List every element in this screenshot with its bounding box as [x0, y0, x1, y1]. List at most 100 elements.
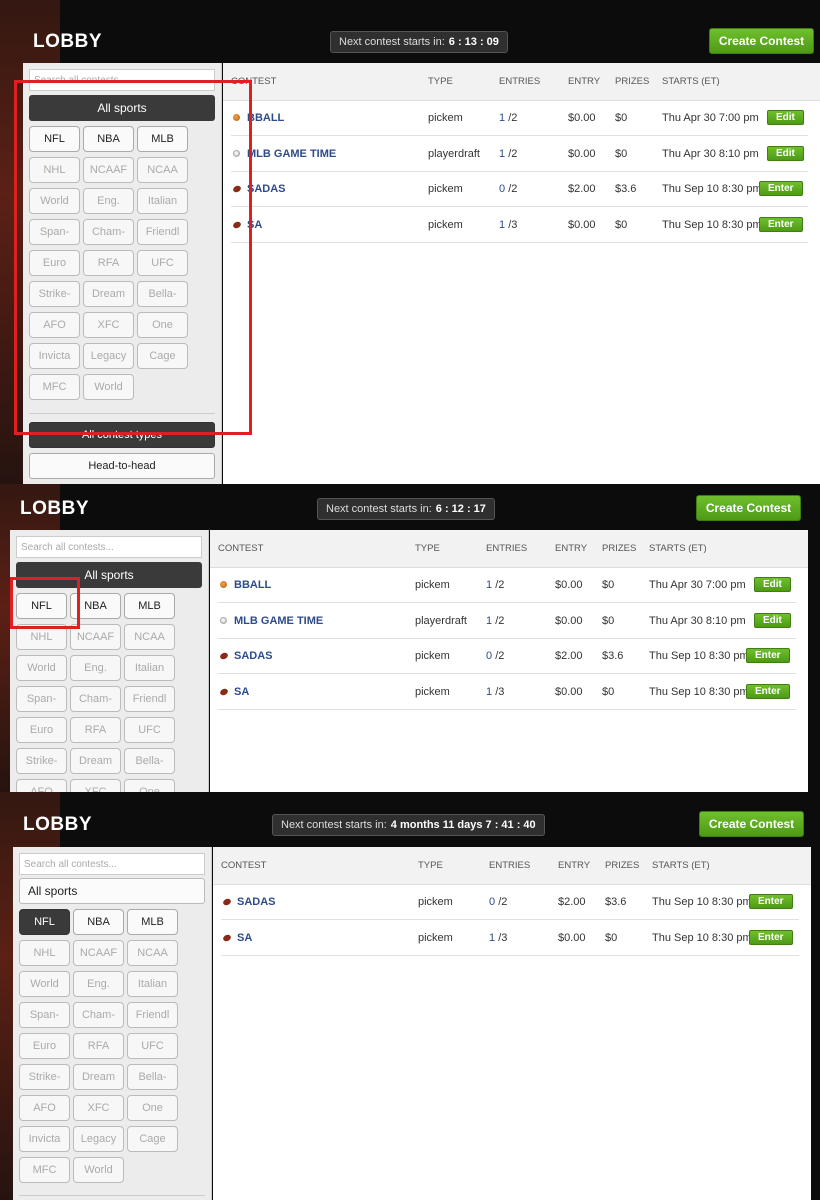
sport-button-nba[interactable]: NBA	[83, 126, 134, 152]
sport-button-euro[interactable]: Euro	[19, 1033, 70, 1059]
sport-button-legacy[interactable]: Legacy	[73, 1126, 124, 1152]
sport-button-rfa[interactable]: RFA	[83, 250, 134, 276]
sport-button-mlb[interactable]: MLB	[137, 126, 188, 152]
sport-button-xfc[interactable]: XFC	[83, 312, 134, 338]
edit-button[interactable]: Edit	[754, 577, 791, 592]
edit-button[interactable]: Edit	[767, 145, 804, 161]
contest-name-link[interactable]: SA	[234, 686, 249, 698]
search-input[interactable]: Search all contests...	[19, 853, 205, 875]
sport-button-cham[interactable]: Cham-	[70, 686, 121, 712]
search-input[interactable]: Search all contests...	[29, 69, 215, 91]
sport-button-strike[interactable]: Strike-	[29, 281, 80, 307]
sport-button-mlb[interactable]: MLB	[124, 593, 175, 619]
create-contest-button[interactable]: Create Contest	[709, 28, 814, 54]
sport-button-mfc[interactable]: MFC	[19, 1157, 70, 1183]
sport-button-bella[interactable]: Bella-	[137, 281, 188, 307]
all-sports-button[interactable]: All sports	[29, 95, 215, 121]
sport-button-italian[interactable]: Italian	[124, 655, 175, 681]
sport-button-ufc[interactable]: UFC	[124, 717, 175, 743]
sport-button-span[interactable]: Span-	[19, 1002, 70, 1028]
enter-button[interactable]: Enter	[746, 648, 790, 663]
sport-button-euro[interactable]: Euro	[16, 717, 67, 743]
edit-button[interactable]: Edit	[754, 612, 791, 628]
sport-button-euro[interactable]: Euro	[29, 250, 80, 276]
sport-button-ncaa[interactable]: NCAA	[137, 157, 188, 183]
edit-button[interactable]: Edit	[767, 110, 804, 125]
enter-button[interactable]: Enter	[759, 181, 803, 196]
all-sports-button[interactable]: All sports	[16, 562, 202, 588]
sport-button-world[interactable]: World	[16, 655, 67, 681]
sport-button-nfl[interactable]: NFL	[19, 909, 70, 935]
sport-button-friendl[interactable]: Friendl	[124, 686, 175, 712]
sport-button-cham[interactable]: Cham-	[83, 219, 134, 245]
enter-button[interactable]: Enter	[759, 216, 803, 232]
contest-name-link[interactable]: MLB GAME TIME	[247, 148, 336, 160]
sport-button-nhl[interactable]: NHL	[19, 940, 70, 966]
sport-button-one[interactable]: One	[137, 312, 188, 338]
sport-button-bella[interactable]: Bella-	[124, 748, 175, 774]
contest-name-link[interactable]: BBALL	[234, 579, 271, 591]
sport-button-afo[interactable]: AFO	[29, 312, 80, 338]
sport-button-ncaaf[interactable]: NCAAF	[70, 624, 121, 650]
sport-button-world[interactable]: World	[19, 971, 70, 997]
sport-button-cage[interactable]: Cage	[137, 343, 188, 369]
head-to-head-button[interactable]: Head-to-head	[29, 453, 215, 479]
sport-button-mlb[interactable]: MLB	[127, 909, 178, 935]
sport-button-mfc[interactable]: MFC	[29, 374, 80, 400]
sport-button-ncaa[interactable]: NCAA	[124, 624, 175, 650]
sport-button-italian[interactable]: Italian	[137, 188, 188, 214]
sport-button-rfa[interactable]: RFA	[73, 1033, 124, 1059]
sport-button-cham[interactable]: Cham-	[73, 1002, 124, 1028]
sport-button-invicta[interactable]: Invicta	[19, 1126, 70, 1152]
sport-button-ufc[interactable]: UFC	[127, 1033, 178, 1059]
enter-button[interactable]: Enter	[746, 683, 790, 699]
sport-button-world[interactable]: World	[73, 1157, 124, 1183]
contest-name-link[interactable]: SA	[237, 932, 252, 944]
sport-button-nba[interactable]: NBA	[70, 593, 121, 619]
sport-button-strike[interactable]: Strike-	[16, 748, 67, 774]
sport-button-cage[interactable]: Cage	[127, 1126, 178, 1152]
sport-button-italian[interactable]: Italian	[127, 971, 178, 997]
sport-button-dream[interactable]: Dream	[83, 281, 134, 307]
sport-button-eng[interactable]: Eng.	[83, 188, 134, 214]
sport-button-bella[interactable]: Bella-	[127, 1064, 178, 1090]
sport-button-nhl[interactable]: NHL	[16, 624, 67, 650]
contest-name-link[interactable]: SADAS	[247, 183, 286, 195]
all-sports-button[interactable]: All sports	[19, 878, 205, 904]
sport-button-friendl[interactable]: Friendl	[137, 219, 188, 245]
sport-button-eng[interactable]: Eng.	[73, 971, 124, 997]
create-contest-button[interactable]: Create Contest	[699, 811, 804, 837]
sport-button-world[interactable]: World	[29, 188, 80, 214]
contest-name-link[interactable]: SADAS	[237, 896, 276, 908]
sport-button-nfl[interactable]: NFL	[16, 593, 67, 619]
contest-name-link[interactable]: BBALL	[247, 112, 284, 124]
sport-button-afo[interactable]: AFO	[19, 1095, 70, 1121]
contest-name-link[interactable]: MLB GAME TIME	[234, 615, 323, 627]
sport-button-strike[interactable]: Strike-	[19, 1064, 70, 1090]
sport-button-span[interactable]: Span-	[16, 686, 67, 712]
sport-button-legacy[interactable]: Legacy	[83, 343, 134, 369]
sport-button-ncaaf[interactable]: NCAAF	[73, 940, 124, 966]
sport-button-one[interactable]: One	[127, 1095, 178, 1121]
contest-name-link[interactable]: SADAS	[234, 650, 273, 662]
enter-button[interactable]: Enter	[749, 929, 793, 945]
create-contest-button[interactable]: Create Contest	[696, 495, 801, 521]
sport-button-ncaaf[interactable]: NCAAF	[83, 157, 134, 183]
sport-button-friendl[interactable]: Friendl	[127, 1002, 178, 1028]
sport-button-span[interactable]: Span-	[29, 219, 80, 245]
sport-button-xfc[interactable]: XFC	[73, 1095, 124, 1121]
sport-button-rfa[interactable]: RFA	[70, 717, 121, 743]
sport-button-nba[interactable]: NBA	[73, 909, 124, 935]
contest-name-link[interactable]: SA	[247, 219, 262, 231]
search-input[interactable]: Search all contests...	[16, 536, 202, 558]
sport-button-nhl[interactable]: NHL	[29, 157, 80, 183]
sport-button-eng[interactable]: Eng.	[70, 655, 121, 681]
sport-button-dream[interactable]: Dream	[70, 748, 121, 774]
sport-button-one[interactable]: One	[124, 779, 175, 792]
sport-button-world[interactable]: World	[83, 374, 134, 400]
sport-button-dream[interactable]: Dream	[73, 1064, 124, 1090]
sport-button-invicta[interactable]: Invicta	[29, 343, 80, 369]
sport-button-xfc[interactable]: XFC	[70, 779, 121, 792]
all-contest-types-button[interactable]: All contest types	[29, 422, 215, 448]
enter-button[interactable]: Enter	[749, 894, 793, 909]
